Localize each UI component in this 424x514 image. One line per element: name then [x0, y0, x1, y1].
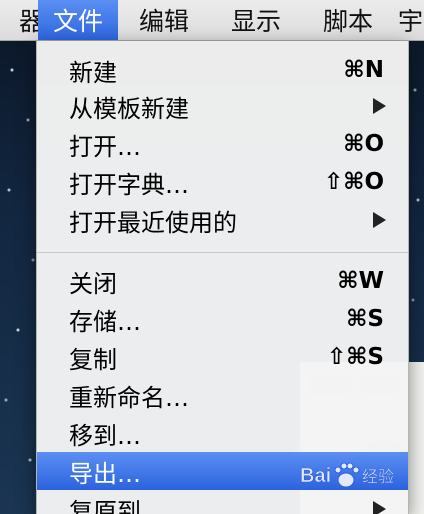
menu-item-shortcut: ⇧⌘O [323, 169, 384, 195]
menu-item-label: 从模板新建 [69, 94, 189, 123]
menu-item-rename[interactable]: 重新命名… [37, 376, 408, 414]
paw-icon [334, 462, 360, 488]
menu-item-new-from-template[interactable]: 从模板新建 [37, 87, 408, 125]
menu-item-label: 打开… [69, 132, 141, 161]
menu-item-label: 移到… [69, 421, 141, 450]
menu-item-label: 存储… [69, 307, 141, 336]
menu-item-duplicate[interactable]: 复制 ⇧⌘S [37, 338, 408, 376]
menu-item-move-to[interactable]: 移到… [37, 414, 408, 452]
menubar-item-label: 器 [18, 7, 38, 36]
menu-item-label: 重新命名… [69, 383, 189, 412]
menubar-item-edit[interactable]: 编辑 [118, 0, 210, 40]
menubar-item-view[interactable]: 显示 [210, 0, 302, 40]
menu-item-close[interactable]: 关闭 ⌘W [37, 262, 408, 300]
submenu-arrow-icon [373, 501, 386, 514]
menu-separator [37, 252, 408, 253]
menu-item-label: 新建 [69, 58, 117, 87]
file-menu-dropdown: 新建 ⌘N 从模板新建 打开… ⌘O 打开字典… ⇧⌘O 打开最近使用的 关闭 … [36, 41, 409, 514]
watermark-suffix-text: 经验 [362, 467, 394, 486]
menubar-item-label: 编辑 [138, 7, 189, 36]
menu-bar: 器 文件 编辑 显示 脚本 宇 [0, 0, 424, 41]
menu-item-shortcut: ⇧⌘S [326, 344, 384, 370]
menu-item-new[interactable]: 新建 ⌘N [37, 51, 408, 89]
menu-item-shortcut: ⌘N [343, 57, 384, 83]
baidu-jingyan-watermark: Bai 经验 [298, 458, 424, 492]
menu-item-label: 导出… [69, 459, 141, 488]
menubar-item-partial-left[interactable]: 器 [0, 0, 38, 40]
menu-item-revert-to[interactable]: 复原到 [37, 490, 408, 514]
submenu-arrow-icon [373, 212, 386, 228]
menu-item-save[interactable]: 存储… ⌘S [37, 300, 408, 338]
watermark-brand-text: Bai [300, 465, 331, 487]
menubar-item-label: 文件 [52, 7, 103, 36]
menu-item-shortcut: ⌘W [337, 268, 384, 294]
baidu-watermark-logo: Bai 经验 [300, 462, 394, 488]
menubar-item-file[interactable]: 文件 [38, 0, 118, 40]
menu-item-label: 关闭 [69, 269, 117, 298]
menu-item-label: 打开最近使用的 [69, 208, 237, 237]
menu-item-open-dictionary[interactable]: 打开字典… ⇧⌘O [37, 163, 408, 201]
menu-item-open-recent[interactable]: 打开最近使用的 [37, 201, 408, 239]
menu-item-label: 复原到 [69, 497, 141, 514]
menu-item-shortcut: ⌘O [343, 131, 384, 157]
submenu-arrow-icon [373, 98, 386, 114]
menubar-item-label: 脚本 [322, 7, 373, 36]
menu-item-label: 复制 [69, 345, 117, 374]
menu-item-shortcut: ⌘S [346, 306, 384, 332]
menu-item-label: 打开字典… [69, 170, 189, 199]
menu-item-open[interactable]: 打开… ⌘O [37, 125, 408, 163]
menubar-item-label: 显示 [230, 7, 281, 36]
menubar-item-script[interactable]: 脚本 [302, 0, 394, 40]
menubar-item-label: 宇 [398, 7, 424, 36]
menubar-item-partial-right[interactable]: 宇 [394, 0, 424, 40]
